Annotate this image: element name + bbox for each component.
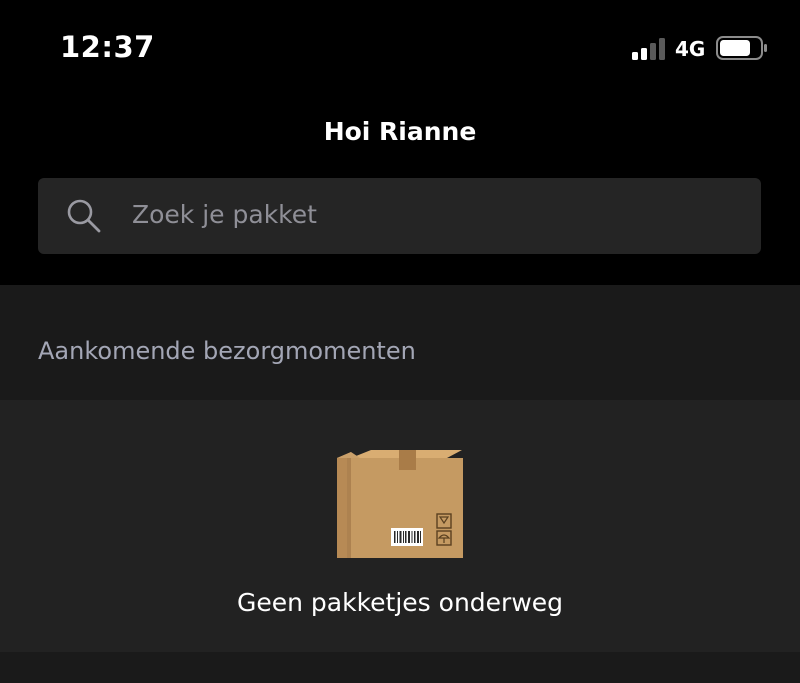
signal-strength-icon [632,38,665,60]
greeting-title: Hoi Rianne [323,117,477,146]
package-box-icon [337,450,463,558]
footer-strip [0,652,800,683]
status-time: 12:37 [60,30,155,64]
search-placeholder: Zoek je pakket [132,200,317,229]
network-type: 4G [675,37,706,61]
empty-state-message: Geen pakketjes onderweg [236,588,564,617]
search-icon [67,199,101,233]
empty-state-card: Geen pakketjes onderweg [0,400,800,652]
upcoming-section-header: Aankomende bezorgmomenten [0,285,800,400]
app-header: Hoi Rianne Zoek je pakket [0,95,800,285]
status-bar: 12:37 4G [0,0,800,95]
battery-icon [716,36,767,60]
section-title: Aankomende bezorgmomenten [38,337,416,365]
search-input[interactable]: Zoek je pakket [38,178,761,254]
